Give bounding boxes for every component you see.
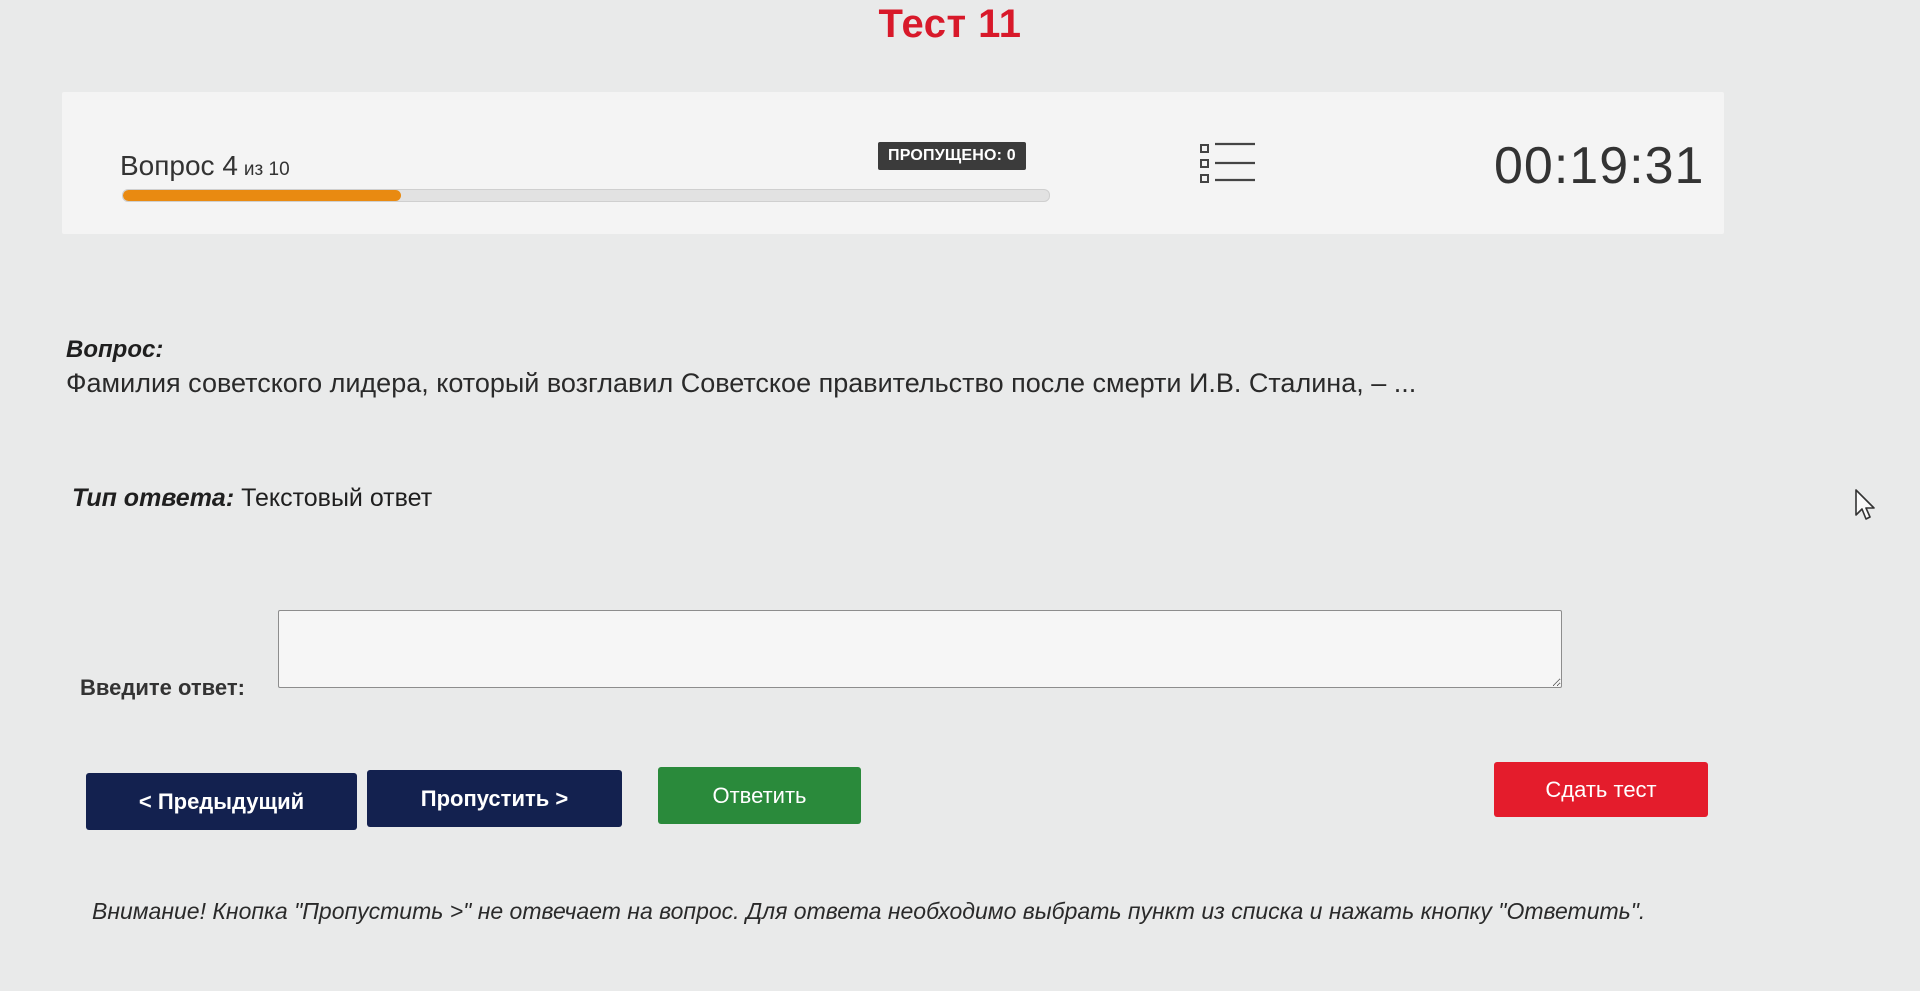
previous-button[interactable]: < Предыдущий (86, 773, 357, 830)
answer-type: Тип ответа: Текстовый ответ (72, 484, 432, 513)
question-counter-label: Вопрос 4 (120, 150, 238, 181)
countdown-timer: 00:19:31 (1494, 137, 1705, 195)
answer-type-value: Текстовый ответ (241, 484, 433, 512)
progress-bar (122, 189, 1050, 202)
mouse-cursor-icon (1854, 488, 1876, 522)
submit-test-button[interactable]: Сдать тест (1494, 762, 1708, 817)
skip-button[interactable]: Пропустить > (367, 770, 622, 827)
answer-text-field[interactable] (278, 610, 1562, 688)
page-title: Тест 11 (878, 2, 1022, 46)
answer-field-label: Введите ответ: (80, 675, 245, 700)
question-list-icon[interactable] (1199, 136, 1257, 190)
answer-button[interactable]: Ответить (658, 767, 861, 824)
question-text: Фамилия советского лидера, который возгл… (66, 368, 1417, 398)
warning-note: Внимание! Кнопка "Пропустить >" не отвеч… (92, 898, 1646, 924)
skipped-count-badge: ПРОПУЩЕНО: 0 (878, 142, 1026, 170)
status-panel: Вопрос 4 из 10 ПРОПУЩЕНО: 0 00:19:31 (62, 92, 1724, 234)
question-counter: Вопрос 4 из 10 (120, 150, 290, 182)
question-heading: Вопрос: (66, 336, 164, 363)
progress-bar-fill (123, 190, 401, 201)
question-counter-total: из 10 (243, 159, 290, 180)
answer-type-label: Тип ответа: (72, 484, 235, 512)
